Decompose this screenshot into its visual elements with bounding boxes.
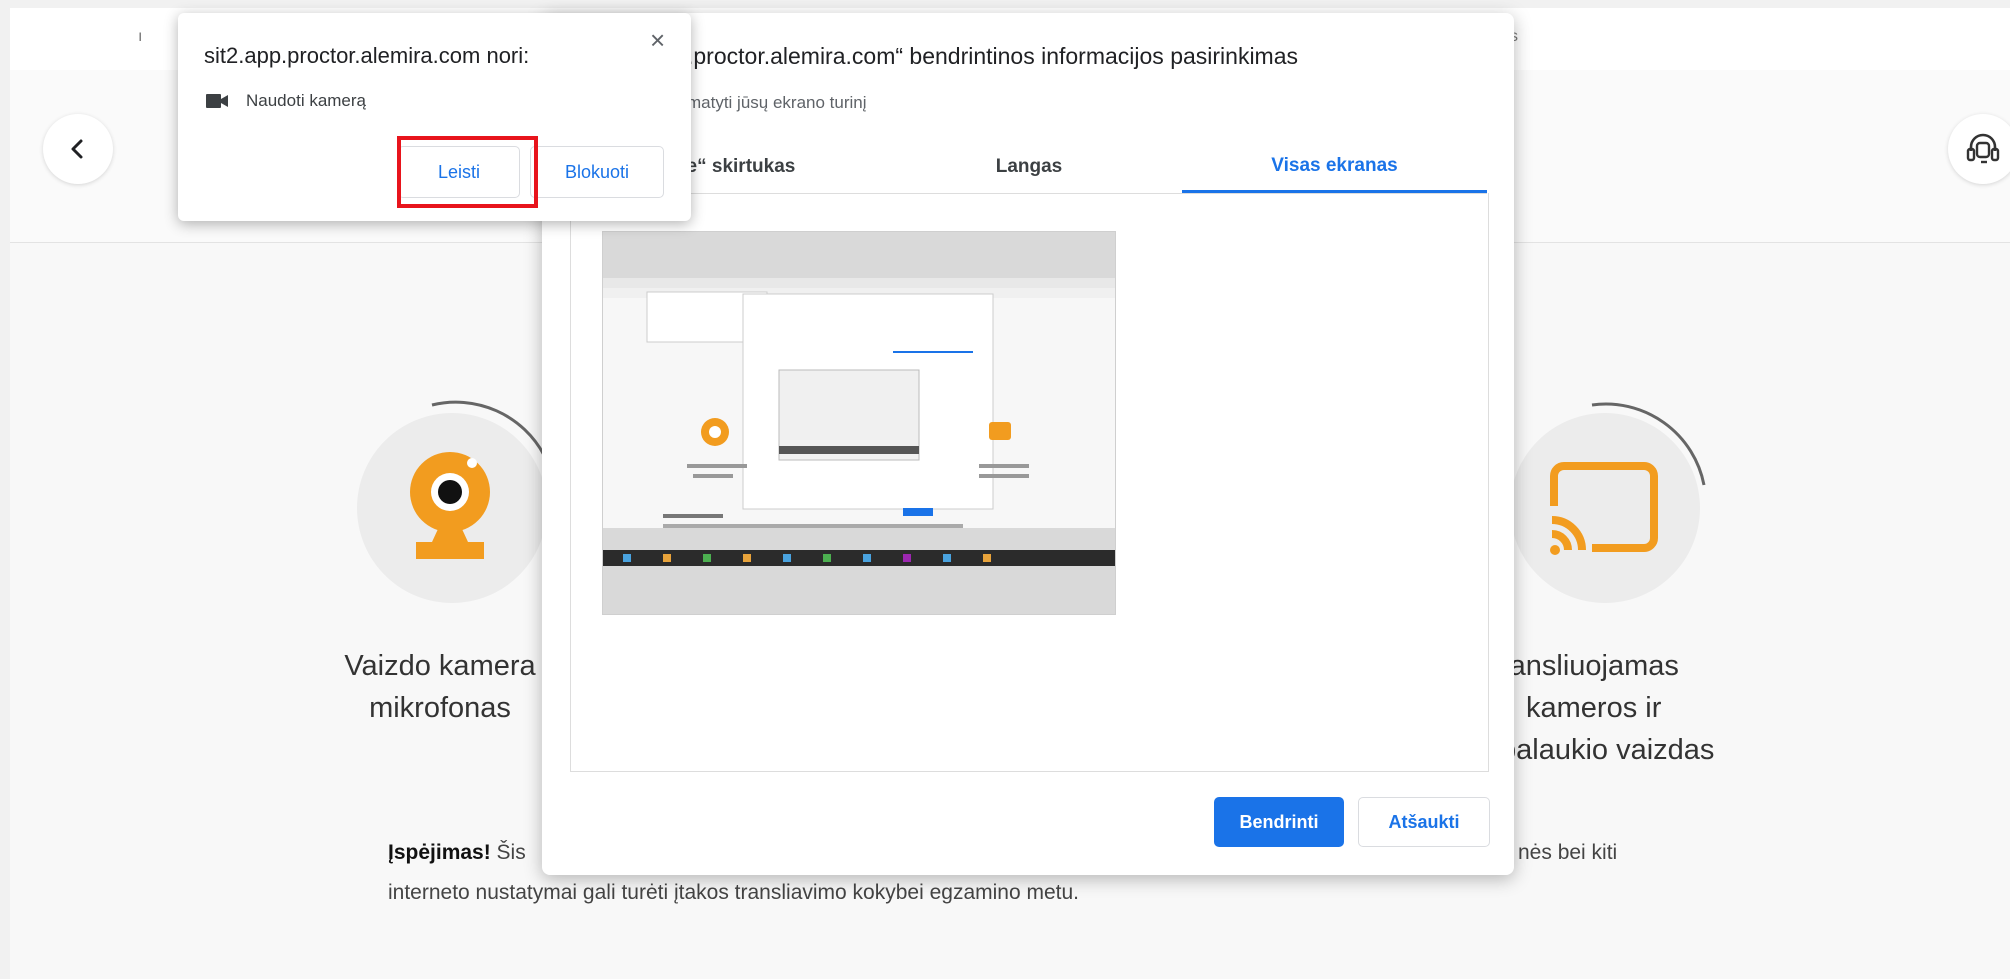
step-camera-title: Vaizdo kamera mikrofonas bbox=[320, 645, 560, 729]
tab-entire-screen[interactable]: Visas ekranas bbox=[1182, 141, 1487, 193]
permission-item-label: Naudoti kamerą bbox=[246, 91, 367, 110]
share-dialog-title: .proctor.alemira.com“ bendrintinos infor… bbox=[687, 43, 1299, 69]
webcam-icon bbox=[410, 452, 490, 559]
headset-icon bbox=[1966, 133, 2000, 164]
cast-icon bbox=[1548, 462, 1658, 558]
screen-preview-thumbnail[interactable] bbox=[602, 231, 1116, 615]
chevron-left-icon bbox=[71, 139, 83, 159]
permission-title: sit2.app.proctor.alemira.com nori: bbox=[204, 43, 530, 68]
allow-button-highlight bbox=[397, 136, 538, 208]
close-icon[interactable]: × bbox=[650, 25, 665, 56]
cancel-button[interactable]: Atšaukti bbox=[1358, 797, 1490, 847]
block-button[interactable]: Blokuoti bbox=[530, 146, 664, 198]
support-button[interactable] bbox=[1948, 114, 2010, 184]
share-dialog-subtitle: matyti jūsų ekrano turinį bbox=[687, 93, 867, 112]
step-title-line: palaukio vaizdas bbox=[1500, 734, 1715, 766]
warning-text-fragment: nės bei kiti bbox=[1518, 841, 1618, 864]
back-button[interactable] bbox=[43, 114, 113, 184]
step-title-line: kameros ir bbox=[1526, 692, 1662, 724]
share-tabs: rome“ skirtukas Langas Visas ekranas bbox=[570, 141, 1487, 194]
warning-text-fragment: Šis bbox=[490, 841, 526, 864]
permission-item: Naudoti kamerą bbox=[206, 91, 366, 111]
step-stream-title: ransliuojamas kameros ir palaukio vaizda… bbox=[1500, 645, 1760, 771]
tab-window[interactable]: Langas bbox=[876, 141, 1182, 193]
share-button[interactable]: Bendrinti bbox=[1214, 797, 1344, 847]
warning-label: Įspėjimas! bbox=[388, 841, 491, 864]
topbar-text-fragment: ı bbox=[138, 28, 143, 45]
step-title-line: ransliuojamas bbox=[1500, 650, 1679, 682]
screen-preview-image bbox=[603, 232, 1115, 614]
step-title-line: Vaizdo kamera bbox=[344, 650, 536, 682]
video-camera-icon bbox=[206, 94, 228, 108]
step-title-line: mikrofonas bbox=[369, 692, 511, 724]
warning-text-line: interneto nustatymai gali turėti įtakos … bbox=[388, 881, 1079, 904]
